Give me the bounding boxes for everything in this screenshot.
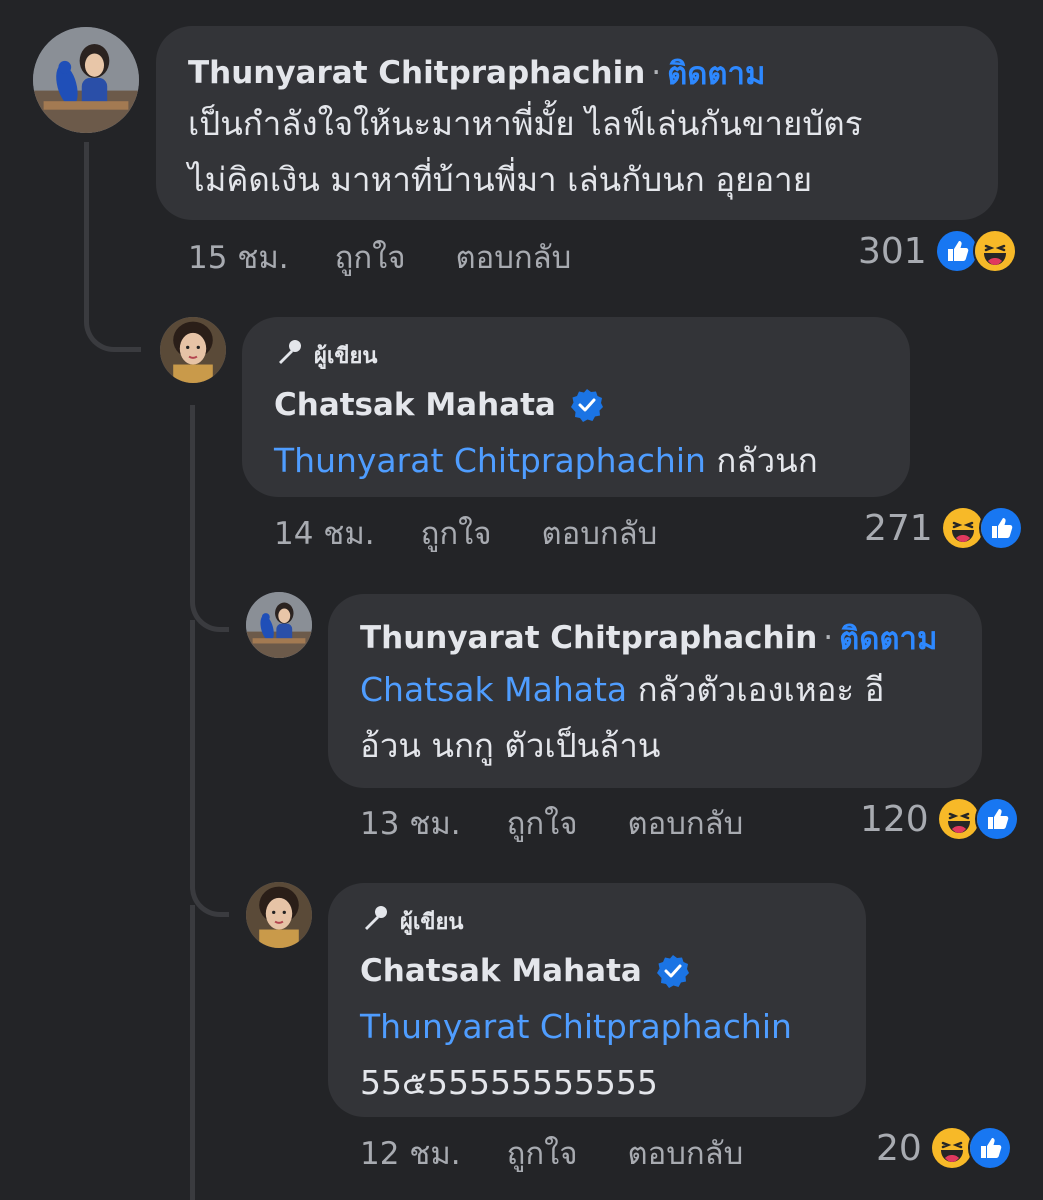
avatar-thunyarat[interactable] <box>246 592 312 658</box>
comment-time[interactable]: 14 ชม. <box>274 508 375 558</box>
microphone-icon <box>274 337 304 373</box>
like-reaction-icon <box>967 1126 1012 1170</box>
reaction-summary-3[interactable]: 120 <box>860 797 1019 841</box>
follow-button[interactable]: ติดตาม <box>667 48 765 98</box>
separator-dot: · <box>651 55 662 91</box>
like-reaction-icon <box>974 797 1019 841</box>
reply-button[interactable]: ตอบกลับ <box>627 798 743 848</box>
mention-link[interactable]: Thunyarat Chitpraphachin <box>274 441 706 480</box>
comment-text: 55๕55555555555 <box>360 1063 658 1102</box>
follow-button[interactable]: ติดตาม <box>839 613 937 663</box>
reaction-summary-1[interactable]: 301 <box>858 229 1017 273</box>
comment-actions-1: 15 ชม. ถูกใจ ตอบกลับ <box>188 235 621 279</box>
comment-text-line-2: อ้วน นกกู ตัวเป็นล้าน <box>360 726 661 765</box>
avatar-chatsak[interactable] <box>160 317 226 383</box>
reply-button[interactable]: ตอบกลับ <box>627 1128 743 1178</box>
comment-author[interactable]: Chatsak Mahata <box>274 387 556 423</box>
mention-link[interactable]: Thunyarat Chitpraphachin <box>360 1007 792 1046</box>
comment-author[interactable]: Thunyarat Chitpraphachin <box>360 620 817 656</box>
reaction-count: 301 <box>858 230 927 272</box>
like-button[interactable]: ถูกใจ <box>507 1128 578 1178</box>
like-button[interactable]: ถูกใจ <box>507 798 578 848</box>
reaction-summary-4[interactable]: 20 <box>876 1126 1012 1170</box>
reaction-summary-2[interactable]: 271 <box>864 506 1023 550</box>
comment-author[interactable]: Chatsak Mahata <box>360 953 642 989</box>
comment-bubble-1: Thunyarat Chitpraphachin · ติดตาม เป็นกำ… <box>156 26 998 220</box>
haha-reaction-icon <box>972 229 1017 273</box>
comment-text-line-2: ไม่คิดเงิน มาหาที่บ้านพี่มา เล่นกับนก อุ… <box>188 160 813 199</box>
author-badge-label: ผู้เขียน <box>400 909 464 935</box>
comment-author[interactable]: Thunyarat Chitpraphachin <box>188 55 645 91</box>
author-badge: ผู้เขียน <box>274 337 910 373</box>
comment-time[interactable]: 13 ชม. <box>360 798 461 848</box>
comment-time[interactable]: 15 ชม. <box>188 232 289 282</box>
comment-text-line-1: กลัวตัวเองเหอะ อี <box>637 670 885 709</box>
comment-actions-3: 13 ชม. ถูกใจ ตอบกลับ <box>360 801 793 845</box>
comment-bubble-4: ผู้เขียน Chatsak Mahata Thunyarat Chitpr… <box>328 883 866 1117</box>
thread-line-reply-2 <box>190 620 229 917</box>
reply-button[interactable]: ตอบกลับ <box>455 232 571 282</box>
thread-line-reply-1 <box>190 405 229 632</box>
comment-bubble-3: Thunyarat Chitpraphachin · ติดตาม Chatsa… <box>328 594 982 788</box>
avatar-chatsak[interactable] <box>246 882 312 948</box>
microphone-icon <box>360 903 390 939</box>
reaction-count: 120 <box>860 798 929 840</box>
like-button[interactable]: ถูกใจ <box>335 232 406 282</box>
comment-bubble-2: ผู้เขียน Chatsak Mahata Thunyarat Chitpr… <box>242 317 910 497</box>
verified-badge-icon <box>570 388 604 422</box>
like-button[interactable]: ถูกใจ <box>421 508 492 558</box>
comment-actions-4: 12 ชม. ถูกใจ ตอบกลับ <box>360 1131 793 1175</box>
mention-link[interactable]: Chatsak Mahata <box>360 670 627 709</box>
reaction-count: 20 <box>876 1127 922 1169</box>
comment-time[interactable]: 12 ชม. <box>360 1128 461 1178</box>
author-badge: ผู้เขียน <box>360 903 866 939</box>
comment-text-line-1: เป็นกำลังใจให้นะมาหาพี่มั้ย ไลฟ์เล่นกันข… <box>188 104 863 143</box>
reply-button[interactable]: ตอบกลับ <box>541 508 657 558</box>
comment-actions-2: 14 ชม. ถูกใจ ตอบกลับ <box>274 511 707 555</box>
thread-line-continue <box>190 905 195 1200</box>
thread-line-main <box>84 142 141 352</box>
like-reaction-icon <box>978 506 1023 550</box>
author-badge-label: ผู้เขียน <box>314 343 378 369</box>
separator-dot: · <box>823 620 834 656</box>
avatar-thunyarat[interactable] <box>33 27 139 133</box>
reaction-count: 271 <box>864 507 933 549</box>
verified-badge-icon <box>656 954 690 988</box>
comment-text: กลัวนก <box>716 441 818 480</box>
